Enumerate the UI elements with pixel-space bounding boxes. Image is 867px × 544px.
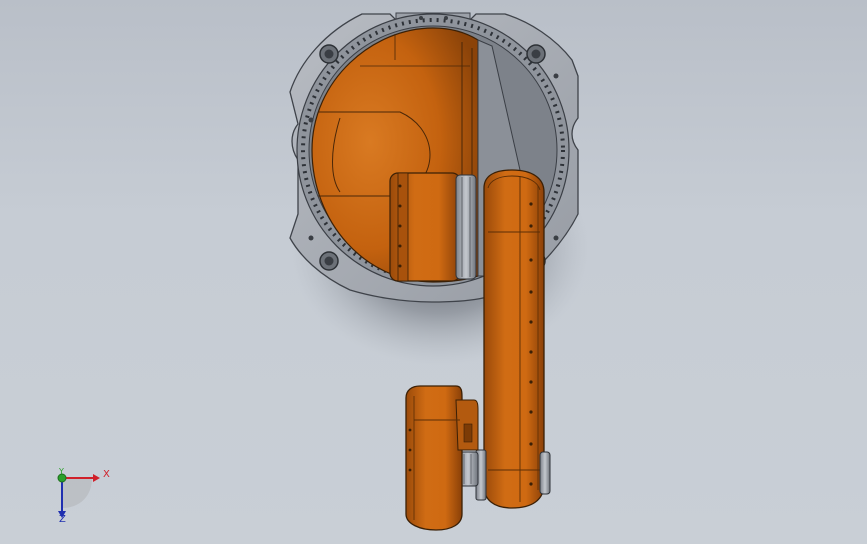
z-axis-label: Z — [59, 514, 66, 525]
upper-arm-body — [483, 169, 545, 509]
upper-arm-link[interactable] — [475, 169, 551, 509]
shoulder-bearing-ring — [455, 174, 477, 280]
graphics-viewport[interactable]: X Y Z — [0, 0, 867, 544]
elbow-end-cap — [539, 451, 551, 495]
triad-shade — [62, 478, 92, 508]
x-axis-label: X — [103, 469, 110, 480]
robot-model-view[interactable] — [0, 0, 867, 544]
shoulder-motor[interactable] — [389, 172, 477, 282]
y-axis-label: Y — [59, 467, 64, 476]
forearm-wrist[interactable] — [405, 385, 479, 531]
